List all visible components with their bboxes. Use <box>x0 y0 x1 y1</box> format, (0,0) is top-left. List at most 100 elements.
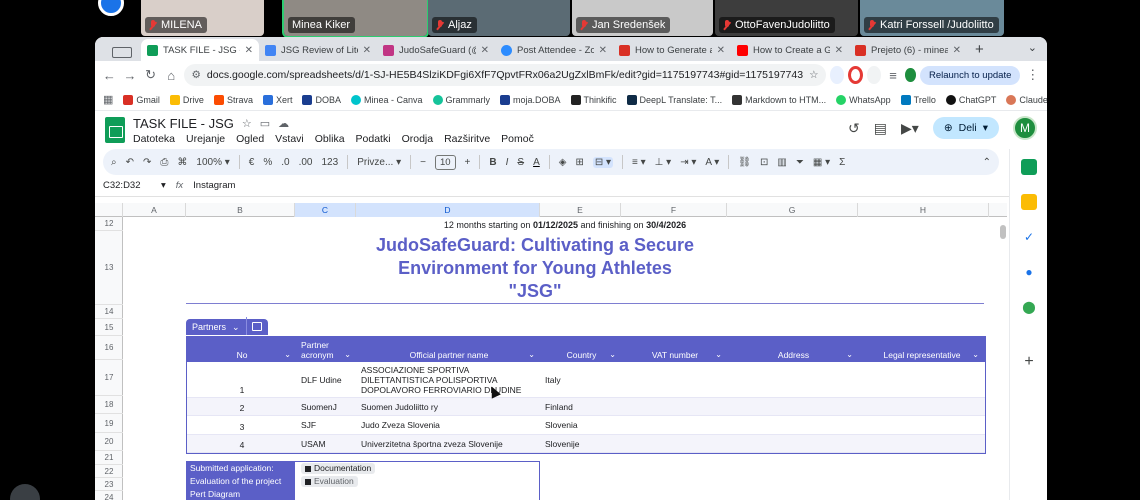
forward-arrow-icon[interactable]: → <box>122 64 139 86</box>
bookmark-whatsapp[interactable]: WhatsApp <box>836 94 891 105</box>
header-address[interactable]: Address ⌄ <box>728 337 859 362</box>
maps-icon[interactable]: ⬤ <box>1021 299 1037 315</box>
row-header[interactable]: 22 <box>95 465 123 478</box>
row-header[interactable]: 18 <box>95 396 123 414</box>
tab-search-button[interactable] <box>103 43 141 61</box>
row-header[interactable]: 12 <box>95 217 123 231</box>
vertical-align-icon[interactable]: ⊥ ▾ <box>655 157 672 168</box>
name-box-chevron-icon[interactable]: ▾ <box>161 180 166 191</box>
column-header[interactable]: F <box>621 203 727 217</box>
row-header[interactable]: 20 <box>95 433 123 451</box>
italic-icon[interactable]: I <box>506 157 509 168</box>
column-menu-chevron-icon[interactable]: ⌄ <box>846 350 853 359</box>
strikethrough-icon[interactable]: S <box>517 157 524 168</box>
column-menu-chevron-icon[interactable]: ⌄ <box>715 350 722 359</box>
close-tab-icon[interactable]: ✕ <box>953 45 961 56</box>
tab-list-chevron-icon[interactable]: ⌄ <box>1028 41 1037 54</box>
bookmark-drive[interactable]: Drive <box>169 94 204 105</box>
borders-icon[interactable]: ⊞ <box>575 157 583 168</box>
header-vat[interactable]: VAT number ⌄ <box>622 337 728 362</box>
site-info-icon[interactable]: ⚙ <box>192 69 201 81</box>
table-row[interactable]: 4 USAM Univerzitetna športna zveza Slove… <box>187 435 985 453</box>
meet-camera-icon[interactable]: ▶▾ <box>901 120 919 137</box>
table-options-icon[interactable] <box>245 317 268 335</box>
table-row[interactable]: 3 SJF Judo Zveza Slovenia Slovenia <box>187 416 985 435</box>
name-box[interactable]: C32:D32 <box>103 180 151 191</box>
close-tab-icon[interactable]: ✕ <box>245 45 253 56</box>
close-tab-icon[interactable]: ✕ <box>599 45 607 56</box>
reading-list-icon[interactable]: ≡ <box>885 64 902 86</box>
text-wrap-icon[interactable]: ⇥ ▾ <box>680 157 696 168</box>
participant-tile[interactable]: MILENA <box>141 0 264 36</box>
fill-color-icon[interactable]: ◈ <box>559 157 567 168</box>
bookmark-strava[interactable]: Strava <box>213 94 253 105</box>
participant-tile[interactable]: Aljaz <box>428 0 570 36</box>
collapse-toolbar-icon[interactable]: ⌃ <box>983 157 991 168</box>
menu-data[interactable]: Podatki <box>356 133 391 145</box>
sheets-side-icon[interactable] <box>1021 159 1037 175</box>
reload-icon[interactable]: ↻ <box>142 64 159 86</box>
header-country[interactable]: Country ⌄ <box>541 337 622 362</box>
text-color-icon[interactable]: A <box>533 157 540 168</box>
close-tab-icon[interactable]: ✕ <box>717 45 725 56</box>
extension-icon[interactable] <box>830 66 845 84</box>
bookmark-chatgpt[interactable]: ChatGPT <box>945 94 996 105</box>
column-header[interactable]: G <box>727 203 858 217</box>
paint-format-icon[interactable]: ⌘ <box>177 157 187 168</box>
column-header-selected[interactable]: D <box>356 203 540 217</box>
document-title[interactable]: TASK FILE - JSG <box>133 116 234 131</box>
functions-icon[interactable]: Σ <box>839 157 845 168</box>
bookmark-markdown[interactable]: Markdown to HTM... <box>732 94 826 105</box>
merge-cells-icon[interactable]: ⊟ ▾ <box>592 156 614 168</box>
profile-avatar-icon[interactable] <box>905 68 916 82</box>
formula-input[interactable]: Instagram <box>193 180 235 191</box>
new-tab-button[interactable]: + <box>967 41 992 61</box>
menu-help[interactable]: Pomoč <box>501 133 534 145</box>
star-icon[interactable]: ☆ <box>242 117 252 130</box>
menu-insert[interactable]: Vstavi <box>275 133 304 145</box>
row-header[interactable]: 19 <box>95 414 123 433</box>
row-header[interactable]: 21 <box>95 451 123 465</box>
currency-format-button[interactable]: € <box>249 157 255 168</box>
column-menu-chevron-icon[interactable]: ⌄ <box>609 350 616 359</box>
number-format-button[interactable]: 123 <box>322 157 339 168</box>
documentation-file-chip[interactable]: Documentation <box>301 463 376 474</box>
bookmark-deepl[interactable]: DeepL Translate: T... <box>626 94 722 105</box>
column-menu-chevron-icon[interactable]: ⌄ <box>528 350 535 359</box>
participant-tile-active[interactable]: Minea Kiker <box>282 0 429 38</box>
tasks-icon[interactable]: ✓ <box>1021 229 1037 245</box>
row-header[interactable]: 24 <box>95 491 123 500</box>
close-tab-icon[interactable]: ✕ <box>835 45 843 56</box>
browser-tab[interactable]: How to Generate a ✕ <box>613 39 731 61</box>
participant-tile[interactable]: OttoFavenJudoliitto <box>715 0 858 36</box>
font-size-increase-button[interactable]: + <box>465 157 471 168</box>
camera-control-icon[interactable] <box>10 484 40 500</box>
undo-icon[interactable]: ↶ <box>126 157 134 168</box>
spreadsheet-grid[interactable]: A B C D E F G H 12 13 14 15 16 17 18 19 … <box>95 203 1007 500</box>
close-tab-icon[interactable]: ✕ <box>481 45 489 56</box>
vertical-scrollbar[interactable] <box>999 217 1007 500</box>
horizontal-align-icon[interactable]: ≡ ▾ <box>632 157 646 168</box>
share-button[interactable]: ⊕ Deli ▾ <box>932 117 999 139</box>
menu-file[interactable]: Datoteka <box>133 133 175 145</box>
column-menu-chevron-icon[interactable]: ⌄ <box>284 350 291 359</box>
close-tab-icon[interactable]: ✕ <box>363 45 371 56</box>
row-header[interactable]: 17 <box>95 360 123 396</box>
back-arrow-icon[interactable]: ← <box>101 64 118 86</box>
user-avatar[interactable]: M <box>1013 116 1037 140</box>
insert-link-icon[interactable]: ⛓ <box>738 157 751 168</box>
column-menu-chevron-icon[interactable]: ⌄ <box>972 350 979 359</box>
self-video-indicator[interactable] <box>98 0 124 16</box>
url-bar[interactable]: ⚙ docs.google.com/spreadsheets/d/1-SJ-HE… <box>183 64 827 86</box>
bookmark-star-icon[interactable]: ☆ <box>809 69 818 81</box>
browser-tab-active[interactable]: TASK FILE - JSG - G✕ <box>141 39 259 61</box>
menu-view[interactable]: Ogled <box>236 133 264 145</box>
browser-tab[interactable]: JudoSafeGuard (@j ✕ <box>377 39 495 61</box>
partners-table-tab[interactable]: Partners ⌄ <box>186 317 268 335</box>
browser-tab[interactable]: How to Create a Gra✕ <box>731 39 849 61</box>
sheets-logo-icon[interactable] <box>105 117 125 143</box>
menu-tools[interactable]: Orodja <box>402 133 434 145</box>
bookmark-trello[interactable]: Trello <box>900 94 936 105</box>
bookmark-gmail[interactable]: Gmail <box>123 94 160 105</box>
menu-extensions[interactable]: Razširitve <box>444 133 490 145</box>
